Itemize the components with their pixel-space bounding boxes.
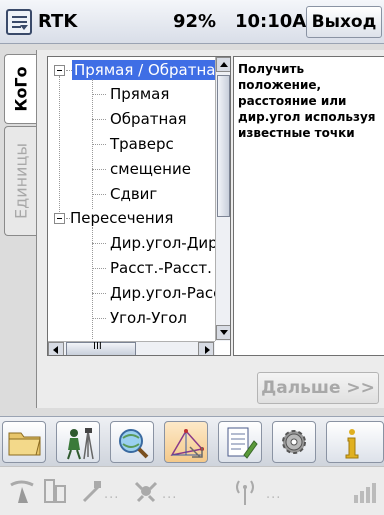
- tree-item-distance-distance[interactable]: Расст.-Расст.: [110, 258, 212, 278]
- tab-cogo-label: КоГо: [11, 66, 30, 112]
- scroll-right-arrow-icon[interactable]: [198, 342, 214, 355]
- satellite-status-placeholder: ...: [162, 487, 178, 502]
- satellite-icon[interactable]: [132, 477, 160, 507]
- radio-antenna-icon[interactable]: [232, 477, 258, 507]
- receiver-icon[interactable]: [8, 477, 38, 507]
- settings-button[interactable]: [272, 421, 316, 463]
- magnifier-globe-icon: [119, 429, 149, 459]
- tree-item-shift[interactable]: Сдвиг: [110, 184, 157, 204]
- next-button[interactable]: Дальше >>: [257, 372, 379, 404]
- function-tree[interactable]: Прямая / Обратная Прямая Обратная Травер…: [47, 56, 231, 356]
- tab-cogo[interactable]: КоГо: [4, 54, 36, 124]
- survey-button[interactable]: [56, 421, 100, 463]
- start-menu-icon[interactable]: [6, 9, 32, 35]
- surveyor-icon: [67, 428, 94, 460]
- tree-item-offset[interactable]: смещение: [110, 159, 191, 179]
- cable-status-placeholder: ...: [104, 487, 120, 502]
- tree-viewport: Прямая / Обратная Прямая Обратная Травер…: [48, 57, 216, 341]
- tree-item-traverse[interactable]: Траверс: [110, 134, 174, 154]
- title-bar: RTK 92% 10:10A Выход: [0, 0, 384, 44]
- tree-item-angle-angle[interactable]: Угол-Угол: [110, 308, 187, 328]
- tree-item-inverse[interactable]: Обратная: [110, 109, 187, 129]
- battery-icon[interactable]: [42, 477, 68, 507]
- notes-button[interactable]: [218, 421, 262, 463]
- status-bar: ... ... ...: [0, 466, 384, 515]
- signal-bars-icon[interactable]: [352, 477, 378, 507]
- scroll-grip-mark: III: [93, 341, 102, 352]
- cogo-button[interactable]: [164, 421, 208, 463]
- folder-button[interactable]: [2, 421, 46, 463]
- tab-units-label: Единицы: [11, 143, 30, 219]
- search-button[interactable]: [110, 421, 154, 463]
- description-text: Получить положение, расстояние или дир.у…: [233, 56, 384, 356]
- cogo-geometry-icon: [170, 429, 204, 458]
- info-button[interactable]: [326, 421, 384, 463]
- clock-time: 10:10A: [235, 11, 307, 32]
- tree-item-forward[interactable]: Прямая: [110, 84, 169, 104]
- app-toolbar: [0, 416, 384, 466]
- folder-icon: [8, 432, 41, 456]
- tree-item-forward-inverse[interactable]: Прямая / Обратная: [72, 60, 216, 80]
- collapse-toggle-icon[interactable]: [54, 213, 65, 224]
- tab-content: Прямая / Обратная Прямая Обратная Травер…: [36, 50, 384, 408]
- horizontal-scrollbar[interactable]: III: [48, 341, 215, 355]
- exit-button[interactable]: Выход: [306, 6, 382, 38]
- horizontal-scroll-thumb[interactable]: III: [66, 341, 136, 355]
- tree-item-intersections[interactable]: Пересечения: [70, 208, 173, 228]
- tree-item-bearing-bearing[interactable]: Дир.угол-Дир.угол: [110, 233, 216, 253]
- tree-item-bearing-distance[interactable]: Дир.угол-Расст.: [110, 283, 216, 303]
- notepad-icon: [227, 427, 258, 459]
- tab-units[interactable]: Единицы: [4, 126, 36, 236]
- settings-gear-icon: [282, 430, 306, 454]
- cable-connection-icon[interactable]: [80, 477, 104, 507]
- vertical-scrollbar[interactable]: [215, 57, 230, 341]
- scroll-up-arrow-icon[interactable]: [216, 57, 230, 72]
- scroll-down-arrow-icon[interactable]: [216, 325, 230, 340]
- vertical-scroll-thumb[interactable]: [217, 75, 230, 217]
- info-icon: [345, 429, 359, 459]
- cogo-panel: КоГо Единицы Прямая / Обратная Прямая Об…: [0, 44, 384, 416]
- scroll-left-arrow-icon[interactable]: [48, 342, 64, 355]
- rtk-mode-label: RTK: [38, 11, 78, 32]
- battery-percentage: 92%: [173, 11, 217, 32]
- collapse-toggle-icon[interactable]: [54, 65, 65, 76]
- radio-status-placeholder: ...: [266, 487, 282, 502]
